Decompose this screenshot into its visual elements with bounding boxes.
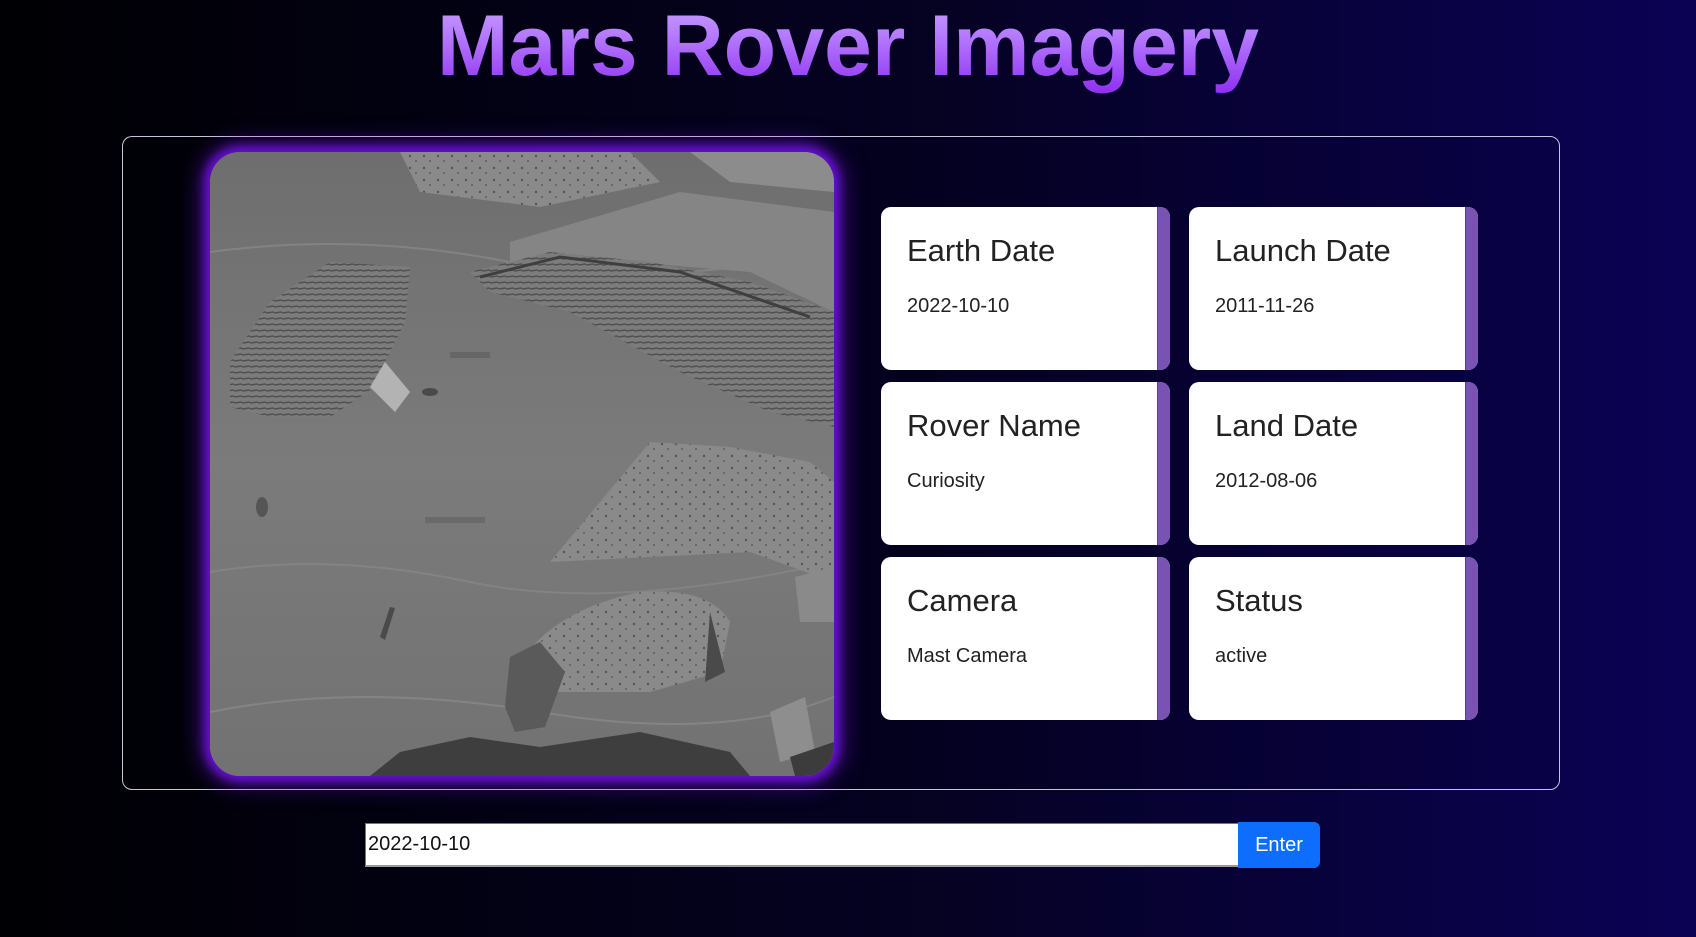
enter-button[interactable]: Enter xyxy=(1238,822,1320,868)
card-value: Mast Camera xyxy=(907,645,1028,667)
card-title: Status xyxy=(1215,583,1303,618)
rover-name-card: Rover Name Curiosity xyxy=(881,382,1170,545)
card-title: Earth Date xyxy=(907,233,1056,268)
rover-photo xyxy=(210,152,834,776)
mars-surface-image xyxy=(210,152,834,776)
card-value: 2012-08-06 xyxy=(1215,470,1318,492)
card-value: 2022-10-10 xyxy=(907,295,1010,317)
card-value: active xyxy=(1215,645,1268,667)
card-title: Launch Date xyxy=(1215,233,1391,268)
card-value: 2011-11-26 xyxy=(1215,295,1315,317)
date-input[interactable] xyxy=(365,823,1239,867)
card-title: Camera xyxy=(907,583,1018,618)
card-title: Rover Name xyxy=(907,408,1081,443)
launch-date-card: Launch Date 2011-11-26 xyxy=(1189,207,1478,370)
status-card: Status active xyxy=(1189,557,1478,720)
land-date-card: Land Date 2012-08-06 xyxy=(1189,382,1478,545)
page-title: Mars Rover Imagery xyxy=(0,0,1696,96)
date-search-form: Enter xyxy=(365,822,1320,868)
earth-date-card: Earth Date 2022-10-10 xyxy=(881,207,1170,370)
camera-card: Camera Mast Camera xyxy=(881,557,1170,720)
card-value: Curiosity xyxy=(907,470,985,492)
card-title: Land Date xyxy=(1215,408,1359,443)
